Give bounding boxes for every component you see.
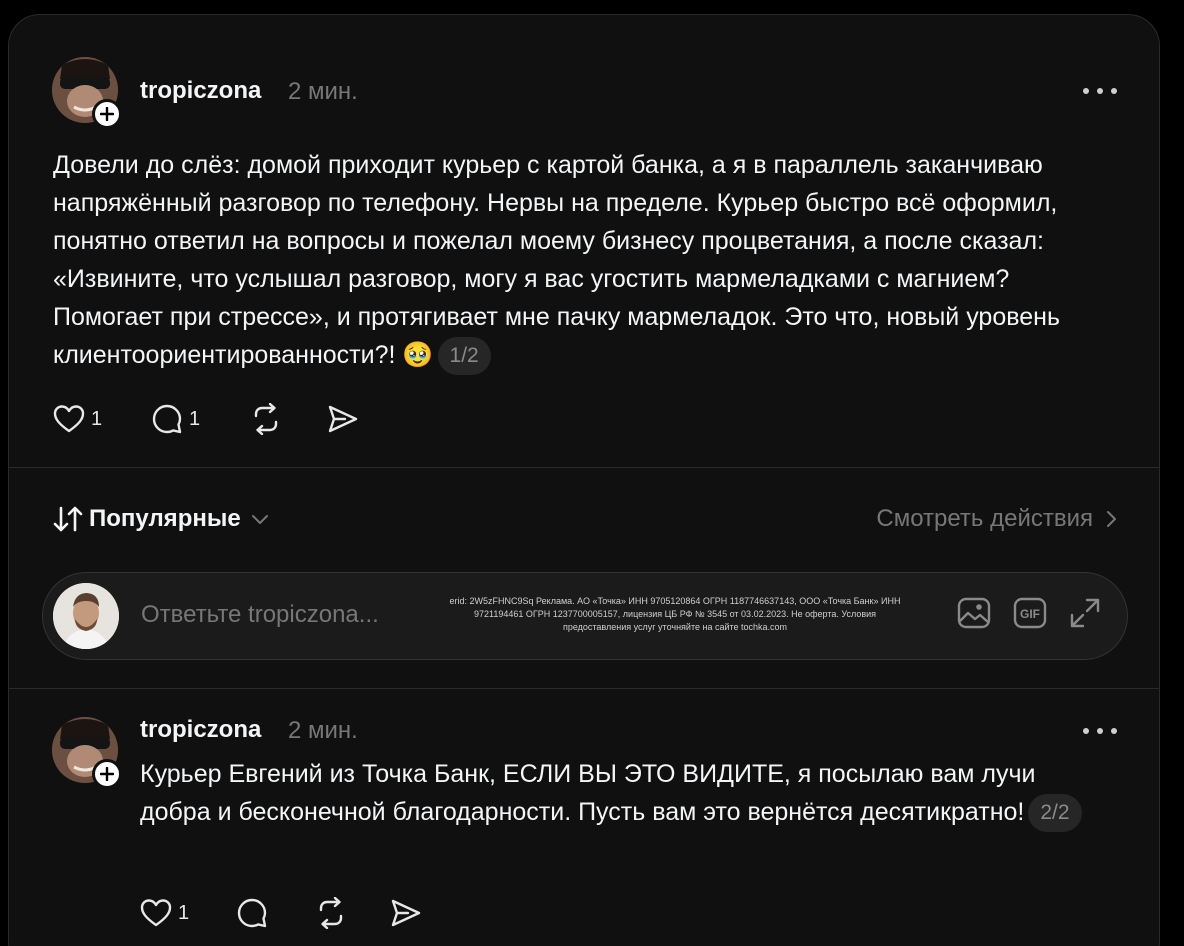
reply-input[interactable]: Ответьте tropiczona... bbox=[141, 601, 379, 629]
more-options-button[interactable] bbox=[1083, 86, 1117, 96]
like-count: 1 bbox=[91, 407, 103, 430]
gif-label: GIF bbox=[1020, 607, 1040, 621]
chevron-right-icon bbox=[1107, 511, 1116, 527]
reply-tools: GIF bbox=[957, 597, 1101, 629]
current-user-avatar bbox=[53, 583, 119, 649]
post2-text: Курьер Евгений из Точка Банк, ЕСЛИ ВЫ ЭТ… bbox=[140, 755, 1100, 833]
expand-icon[interactable] bbox=[1069, 597, 1101, 629]
sort-dropdown[interactable]: Популярные bbox=[53, 505, 269, 533]
gif-icon[interactable]: GIF bbox=[1013, 597, 1047, 629]
post2-username[interactable]: tropiczona bbox=[140, 716, 261, 744]
post1-username[interactable]: tropiczona bbox=[140, 77, 261, 105]
comment-icon bbox=[237, 898, 267, 928]
page-badge: 2/2 bbox=[1028, 794, 1082, 833]
post1-time: 2 мин. bbox=[288, 78, 358, 105]
post2-avatar-wrap[interactable] bbox=[52, 717, 122, 789]
reply-count: 1 bbox=[189, 407, 201, 430]
divider bbox=[9, 467, 1159, 468]
view-activity-link[interactable]: Смотреть действия bbox=[876, 505, 1119, 533]
plus-icon bbox=[100, 767, 114, 781]
repost-button[interactable] bbox=[249, 403, 327, 435]
view-activity-label: Смотреть действия bbox=[876, 505, 1093, 532]
share-button[interactable] bbox=[327, 404, 359, 434]
post2-actions: 1 bbox=[140, 897, 422, 929]
share-button[interactable] bbox=[390, 898, 422, 928]
like-button[interactable]: 1 bbox=[53, 404, 151, 434]
reply-button[interactable] bbox=[236, 897, 314, 929]
more-options-button[interactable] bbox=[1083, 726, 1117, 736]
divider bbox=[9, 688, 1159, 689]
more-icon bbox=[1083, 728, 1089, 734]
sort-icon bbox=[53, 506, 83, 532]
post1-actions: 1 1 bbox=[53, 403, 359, 435]
ad-disclaimer: erid: 2W5zFHNC9Sq Реклама. АО «Точка» ИН… bbox=[449, 596, 901, 632]
reply-box[interactable]: Ответьте tropiczona... erid: 2W5zFHNC9Sq… bbox=[42, 572, 1128, 660]
heart-icon bbox=[140, 899, 172, 927]
page-badge: 1/2 bbox=[437, 337, 491, 376]
follow-button[interactable] bbox=[92, 759, 122, 789]
like-button[interactable]: 1 bbox=[140, 898, 236, 928]
post2-body: Курьер Евгений из Точка Банк, ЕСЛИ ВЫ ЭТ… bbox=[140, 760, 1036, 826]
sort-label: Популярные bbox=[89, 505, 241, 532]
repost-icon bbox=[254, 403, 278, 435]
follow-button[interactable] bbox=[92, 99, 122, 129]
reply-button[interactable]: 1 bbox=[151, 403, 249, 435]
post1-text: Довели до слёз: домой приходит курьер с … bbox=[53, 146, 1113, 376]
post1-body: Довели до слёз: домой приходит курьер с … bbox=[53, 151, 1060, 369]
post1-avatar-wrap[interactable] bbox=[52, 57, 122, 129]
repost-icon bbox=[319, 897, 343, 929]
plus-icon bbox=[100, 107, 114, 121]
more-icon bbox=[1083, 88, 1089, 94]
heart-icon bbox=[53, 405, 85, 433]
share-icon bbox=[391, 899, 421, 927]
share-icon bbox=[328, 405, 358, 433]
image-icon[interactable] bbox=[957, 597, 991, 629]
chevron-down-icon bbox=[251, 515, 268, 524]
like-count: 1 bbox=[178, 901, 190, 924]
repost-button[interactable] bbox=[314, 897, 390, 929]
post2-time: 2 мин. bbox=[288, 717, 358, 744]
thread-panel: tropiczona 2 мин. Довели до слёз: домой … bbox=[8, 14, 1160, 946]
comment-icon bbox=[152, 404, 182, 434]
